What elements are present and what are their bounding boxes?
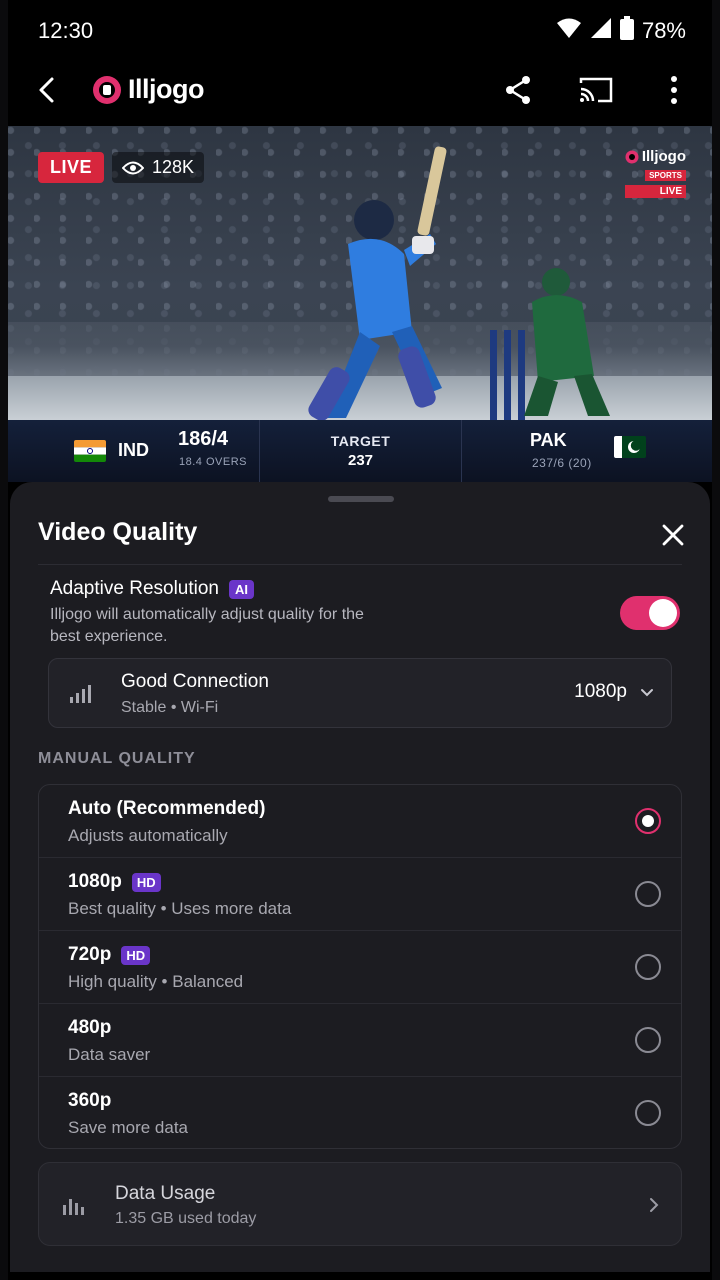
app-logo: Illjogo [92,74,204,105]
radio-selected[interactable] [635,808,661,834]
team-right-name: PAK [530,430,567,450]
close-icon [662,524,684,546]
adaptive-resolution-description: Illjogo will automatically adjust qualit… [50,606,364,645]
quality-option-label: 1080p [68,871,122,892]
hd-badge: HD [131,872,161,892]
cast-button[interactable] [578,72,614,108]
target-box: TARGET 237 [260,420,462,482]
status-icons: 78% [556,16,686,45]
watermark-logo-icon [625,150,639,163]
cast-icon [579,77,613,103]
team-left-name: IND [118,440,149,460]
watermark-brand: Illjogo [625,148,686,165]
quality-option-auto[interactable]: Auto (Recommended) Adjusts automatically [39,785,681,858]
quality-option-title: 360p [68,1090,111,1112]
data-usage-card[interactable]: Data Usage 1.35 GB used today [38,1162,682,1246]
eye-icon [122,161,144,174]
quality-option-title: 1080p HD [68,871,161,893]
divider [38,564,682,565]
adaptive-resolution-label: Adaptive Resolution [50,578,219,599]
team-left-score: 186/4 [178,428,229,450]
connection-title: Good Connection [121,671,269,692]
app-frame: 12:30 78% Illjogo LIVE 128K Illjogo SPOR… [8,0,712,1280]
radio-unselected[interactable] [635,881,661,907]
quality-option-title: 480p [68,1017,111,1039]
target-value: 237 [347,452,374,469]
battery-icon [619,16,634,45]
more-vert-icon [671,76,677,104]
quality-option-480p[interactable]: 480p Data saver [39,1004,681,1077]
share-icon [506,76,530,104]
toggle-knob [649,599,677,627]
watermark-brand-text: Illjogo [641,148,686,165]
cell-signal-icon [590,17,612,44]
data-usage-subtitle: 1.35 GB used today [115,1210,257,1227]
team-left: IND 186/4 18.4 OVERS [8,420,260,482]
quality-option-label: Auto (Recommended) [68,798,266,819]
radio-unselected[interactable] [635,954,661,980]
signal-bars-icon [70,685,91,703]
quality-options-list: Auto (Recommended) Adjusts automatically… [38,784,682,1149]
app-name: Illjogo [128,74,204,104]
pakistan-flag-icon [614,436,646,458]
logo-mark-icon [93,75,121,104]
watermark-live: LIVE [624,185,686,198]
radio-unselected[interactable] [635,1100,661,1126]
quality-option-label: 480p [68,1017,112,1038]
target-label: TARGET [330,433,391,449]
quality-option-title: Auto (Recommended) [68,798,265,820]
quality-option-360p[interactable]: 360p Save more data [39,1077,681,1148]
bar-chart-icon [63,1199,84,1215]
manual-quality-label: MANUAL QUALITY [38,750,196,767]
status-bar: 12:30 78% [8,0,712,62]
app-bar: Illjogo [8,62,712,126]
quality-option-1080p[interactable]: 1080p HD Best quality • Uses more data [39,858,681,931]
watermark-sports: SPORTS [645,170,686,181]
team-left-overs: 18.4 OVERS [179,456,247,468]
quality-option-label: 360p [68,1090,112,1111]
viewer-count-value: 128K [152,157,195,177]
quality-option-subtitle: High quality • Balanced [68,972,244,991]
battery-percent: 78% [641,17,686,43]
india-flag-icon [74,440,106,462]
radio-unselected[interactable] [635,1027,661,1053]
quality-option-720p[interactable]: 720p HD High quality • Balanced [39,931,681,1004]
status-time: 12:30 [38,18,94,43]
ai-badge: AI [229,579,254,599]
chevron-down-icon [641,689,653,697]
adaptive-resolution-toggle[interactable] [620,596,680,630]
hd-badge: HD [121,945,151,965]
adaptive-resolution-title: Adaptive Resolution AI [50,578,254,600]
chevron-right-icon [650,1198,659,1212]
sheet-drag-handle[interactable] [328,496,394,502]
back-button[interactable] [30,72,66,108]
video-quality-sheet: Video Quality Adaptive Resolution AI Ill… [10,482,710,1272]
scoreboard: IND 186/4 18.4 OVERS TARGET 237 PAK 237/… [8,420,712,482]
viewer-count: 128K [112,152,205,183]
live-badge: LIVE [38,152,105,183]
video-player[interactable]: LIVE 128K Illjogo SPORTS LIVE [8,126,712,420]
back-arrow-icon [39,77,54,103]
quality-option-subtitle: Save more data [68,1118,189,1137]
close-button[interactable] [658,520,688,550]
app-bar-actions [500,72,692,108]
connection-subtitle: Stable • Wi-Fi [121,699,219,716]
data-usage-title: Data Usage [115,1183,216,1204]
team-right: PAK 237/6 (20) [462,420,712,482]
quality-option-label: 720p [68,944,112,965]
connection-status-card[interactable]: Good Connection Stable • Wi-Fi 1080p [48,658,672,728]
sheet-title: Video Quality [38,518,198,546]
quality-option-subtitle: Data saver [68,1045,151,1064]
quality-option-title: 720p HD [68,944,151,966]
more-options-button[interactable] [656,72,692,108]
channel-watermark: Illjogo SPORTS LIVE [624,148,686,198]
wifi-icon [556,17,582,44]
current-resolution: 1080p [574,681,627,702]
quality-option-subtitle: Best quality • Uses more data [68,899,292,918]
share-button[interactable] [500,72,536,108]
quality-option-subtitle: Adjusts automatically [68,826,228,845]
team-right-score: 237/6 (20) [532,456,592,470]
